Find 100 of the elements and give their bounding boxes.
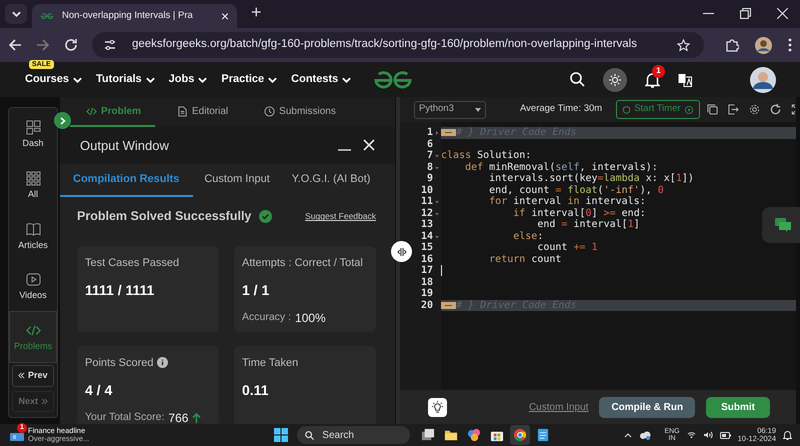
code-line: end, count = float('-inf'), 0 bbox=[488, 184, 664, 196]
chevron-down-icon bbox=[12, 11, 20, 17]
fold-arrow-icon[interactable] bbox=[435, 212, 439, 216]
nav-menu-item[interactable]: Practice bbox=[221, 71, 264, 88]
card-value: 4 / 4 bbox=[85, 381, 114, 400]
browser-tab[interactable]: Non-overlapping Intervals | Pra × bbox=[32, 4, 237, 28]
clock-icon bbox=[264, 106, 276, 116]
taskbar-search-field[interactable]: Search bbox=[297, 426, 410, 444]
cloud-icon[interactable] bbox=[639, 430, 652, 440]
fold-arrow-icon[interactable] bbox=[435, 154, 439, 158]
forward-icon[interactable] bbox=[36, 38, 50, 52]
hint-button[interactable] bbox=[428, 398, 447, 416]
sidebar-item[interactable]: Articles bbox=[9, 210, 57, 261]
sidebar-item[interactable]: Problems bbox=[9, 311, 57, 363]
tab-close-button[interactable]: × bbox=[220, 9, 229, 23]
split-icon bbox=[396, 246, 406, 256]
notification-bell-icon[interactable] bbox=[645, 72, 660, 88]
nav-menu-item[interactable]: Jobs bbox=[168, 71, 194, 88]
taskbar-app[interactable] bbox=[510, 425, 530, 445]
user-avatar-icon[interactable] bbox=[750, 66, 776, 92]
line-number: 19 bbox=[420, 288, 433, 299]
window-title: Output Window bbox=[80, 136, 169, 155]
note-value: 766 bbox=[168, 410, 188, 424]
submit-button[interactable]: Submit bbox=[706, 396, 770, 418]
document-icon bbox=[177, 106, 188, 116]
swirl-icon bbox=[467, 428, 482, 442]
line-number: 12 bbox=[420, 208, 433, 218]
close-icon[interactable] bbox=[363, 139, 375, 152]
nav-menu-item[interactable]: Contests bbox=[291, 71, 338, 88]
average-time: Average Time: 30m bbox=[520, 102, 602, 116]
sidebar-item[interactable]: Videos bbox=[9, 261, 57, 311]
fold-arrow-icon[interactable] bbox=[435, 200, 439, 204]
battery-icon[interactable] bbox=[720, 432, 731, 438]
dashboard-icon bbox=[26, 120, 40, 134]
tab-title: Non-overlapping Intervals | Pra bbox=[62, 8, 194, 23]
line-number: 14 bbox=[420, 230, 433, 242]
chevron-down-icon bbox=[73, 76, 82, 82]
theme-toggle-button[interactable] bbox=[603, 68, 627, 92]
double-chevron-left-icon bbox=[18, 372, 26, 380]
site-info-icon[interactable] bbox=[104, 39, 116, 51]
fold-arrow-icon[interactable] bbox=[435, 234, 439, 238]
tab-list-button[interactable] bbox=[5, 4, 27, 24]
code-icon bbox=[26, 323, 40, 338]
copy-icon[interactable] bbox=[707, 104, 718, 115]
profile-avatar-icon[interactable] bbox=[755, 36, 772, 54]
language-select[interactable]: Python3 bbox=[414, 100, 486, 118]
card-value: 0.11 bbox=[242, 381, 270, 400]
nav-menu-item[interactable]: Tutorials bbox=[96, 71, 142, 88]
back-icon[interactable] bbox=[8, 38, 22, 52]
feedback-link[interactable]: Suggest Feedback bbox=[305, 210, 376, 224]
bookmark-star-icon[interactable] bbox=[677, 38, 690, 52]
notification-icon[interactable] bbox=[783, 430, 792, 440]
reset-icon[interactable] bbox=[770, 104, 781, 115]
note-value: 100% bbox=[295, 310, 326, 328]
address-bar[interactable]: geeksforgeeks.org/batch/gfg-160-problems/track/sorting-gfg-160/problem/non-overlapping-intervals bbox=[92, 32, 704, 58]
chevron-up-icon[interactable] bbox=[624, 432, 632, 438]
nav-menu-item[interactable]: Courses bbox=[25, 71, 70, 88]
wifi-icon[interactable] bbox=[686, 431, 696, 439]
fold-marker-icon[interactable] bbox=[441, 302, 456, 308]
chevron-down-icon bbox=[146, 76, 155, 82]
code-line: class Solution: bbox=[441, 150, 532, 162]
reload-icon[interactable] bbox=[64, 38, 78, 52]
start-timer-button[interactable]: Start Timer bbox=[616, 100, 700, 119]
line-number: 6 bbox=[426, 138, 433, 150]
settings-icon[interactable] bbox=[749, 104, 760, 115]
windows-start-icon[interactable] bbox=[274, 428, 288, 442]
export-icon[interactable] bbox=[728, 104, 739, 115]
code-line: count += 1 bbox=[536, 242, 598, 254]
code-line: intervals.sort(key=lambda x: x[1]) bbox=[488, 173, 694, 184]
translate-icon[interactable] bbox=[678, 72, 692, 86]
search-icon[interactable] bbox=[570, 72, 585, 87]
new-tab-button[interactable]: + bbox=[251, 3, 262, 21]
sidebar-item[interactable]: All bbox=[9, 159, 57, 210]
close-icon[interactable] bbox=[777, 8, 788, 19]
sidebar-item[interactable]: Dash bbox=[9, 108, 57, 159]
output-tab[interactable]: Custom Input bbox=[193, 164, 281, 197]
custom-input-link[interactable]: Custom Input bbox=[528, 400, 588, 414]
expand-arrow-icon[interactable] bbox=[435, 131, 439, 135]
output-tab[interactable]: Y.O.G.I. (AI Bot) bbox=[280, 164, 382, 197]
line-number: 1 bbox=[426, 127, 433, 138]
extensions-icon[interactable] bbox=[725, 38, 739, 52]
chat-button[interactable] bbox=[762, 207, 800, 243]
line-number: 15 bbox=[420, 242, 433, 253]
code-icon bbox=[86, 106, 97, 116]
restore-icon[interactable] bbox=[740, 8, 751, 19]
card-title: Time Taken bbox=[242, 356, 298, 371]
volume-icon[interactable] bbox=[702, 431, 713, 439]
line-number: 10 bbox=[420, 184, 433, 196]
browser-menu-icon[interactable] bbox=[788, 38, 792, 52]
card-value: 1 / 1 bbox=[242, 281, 270, 300]
problem-tab[interactable]: Submissions bbox=[250, 97, 350, 127]
fold-marker-icon[interactable] bbox=[441, 129, 456, 136]
compile-run-button[interactable]: Compile & Run bbox=[599, 396, 696, 418]
caret-icon bbox=[475, 108, 481, 112]
line-number: 8 bbox=[426, 162, 433, 172]
fold-arrow-icon[interactable] bbox=[435, 166, 439, 170]
problem-tab[interactable]: Editorial bbox=[163, 97, 242, 127]
site-logo[interactable] bbox=[372, 70, 414, 89]
chevron-down-icon bbox=[198, 76, 208, 82]
prev-button[interactable]: Prev bbox=[12, 365, 54, 386]
